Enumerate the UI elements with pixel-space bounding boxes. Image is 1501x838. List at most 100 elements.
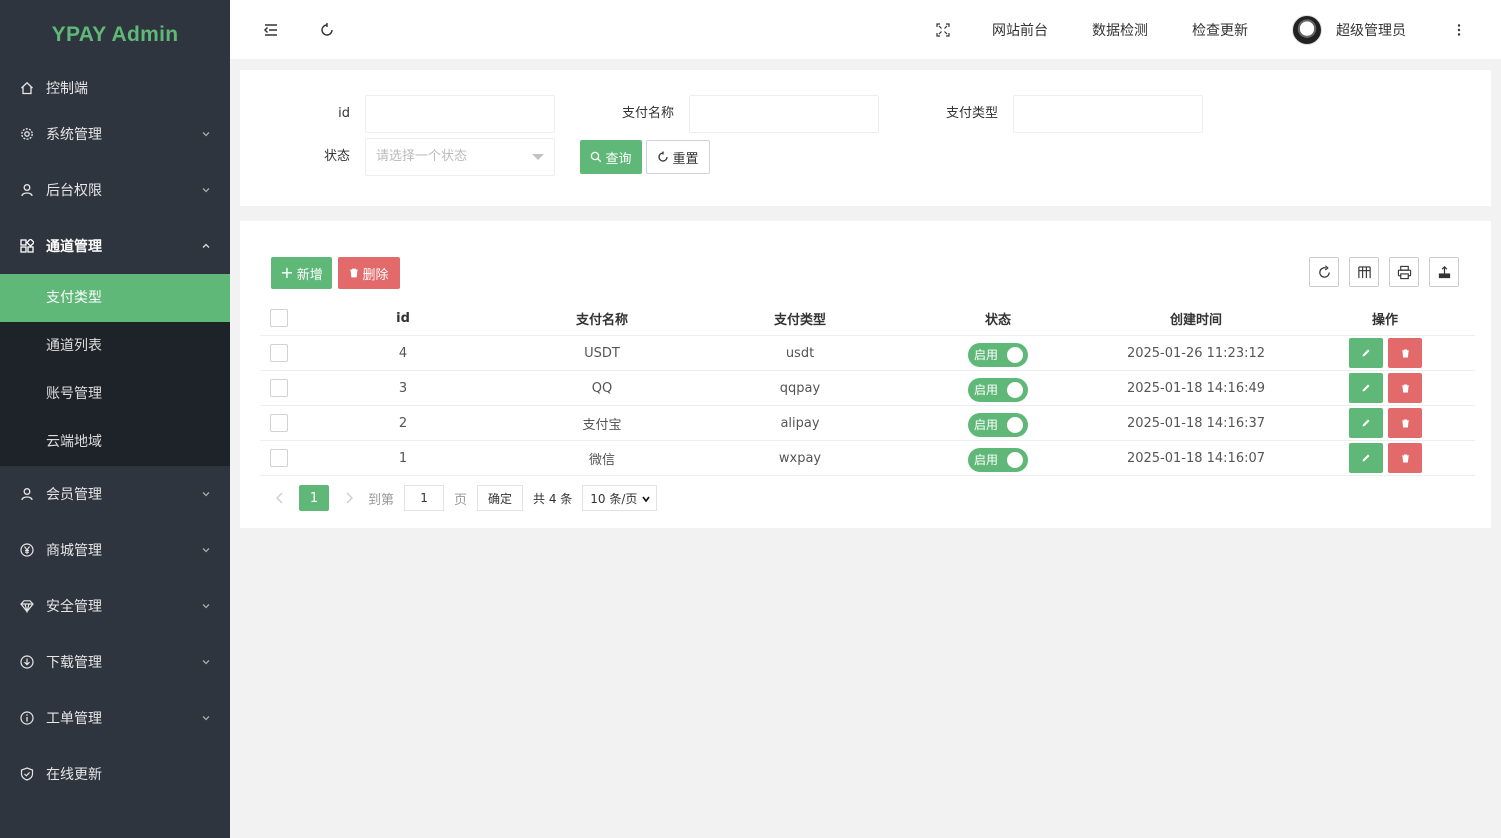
payment-type-label: 支付类型 xyxy=(945,106,998,121)
search-form: id 支付名称 支付类型 状态 请选择一个状态 查询 重置 xyxy=(240,70,1491,206)
delete-button[interactable]: 删除 xyxy=(338,257,400,289)
chevron-down-icon xyxy=(202,132,210,137)
fullscreen-button[interactable] xyxy=(936,0,950,60)
trash-icon xyxy=(1401,454,1409,462)
submenu-item-cloud-region[interactable]: 云端地域 xyxy=(0,418,230,466)
edit-button[interactable] xyxy=(1349,408,1383,438)
cell-name: USDT xyxy=(584,345,620,361)
prev-page-button[interactable] xyxy=(270,485,290,511)
sidebar-item-label: 控制端 xyxy=(46,81,88,97)
table-columns-button[interactable] xyxy=(1349,257,1379,287)
payment-type-table: id 支付名称 支付类型 状态 创建时间 操作 4 USDT usdt 启用 2… xyxy=(260,301,1475,476)
column-header-created[interactable]: 创建时间 xyxy=(1116,309,1276,328)
payment-type-input[interactable] xyxy=(1013,95,1203,133)
page-number-current[interactable]: 1 xyxy=(299,485,329,511)
page-label: 页 xyxy=(454,492,468,508)
table-row: 2 支付宝 alipay 启用 2025-01-18 14:16:37 xyxy=(260,406,1475,441)
status-toggle[interactable]: 启用 xyxy=(968,413,1028,437)
submenu-item-payment-type[interactable]: 支付类型 xyxy=(0,274,230,322)
edit-button[interactable] xyxy=(1349,373,1383,403)
toggle-knob xyxy=(1007,347,1023,363)
reset-button[interactable]: 重置 xyxy=(646,140,710,174)
sidebar-item-members[interactable]: 会员管理 xyxy=(0,466,230,522)
user-menu[interactable]: 超级管理员 xyxy=(1292,0,1406,60)
delete-row-button[interactable] xyxy=(1388,338,1422,368)
sidebar-item-system[interactable]: 系统管理 xyxy=(0,106,230,162)
header-link-data-check[interactable]: 数据检测 xyxy=(1092,0,1148,60)
table-refresh-button[interactable] xyxy=(1309,257,1339,287)
sidebar-item-label: 通道管理 xyxy=(46,239,102,255)
toggle-knob xyxy=(1007,417,1023,433)
cell-id: 1 xyxy=(398,450,408,466)
edit-button[interactable] xyxy=(1349,338,1383,368)
search-icon xyxy=(591,151,602,163)
id-label: id xyxy=(338,106,350,121)
column-header-status[interactable]: 状态 xyxy=(948,309,1048,328)
table-export-button[interactable] xyxy=(1429,257,1459,287)
status-toggle[interactable]: 启用 xyxy=(968,378,1028,402)
chevron-down-icon xyxy=(202,548,210,553)
cell-name: 微信 xyxy=(588,452,615,468)
pencil-icon xyxy=(1362,419,1370,427)
delete-row-button[interactable] xyxy=(1388,443,1422,473)
query-button[interactable]: 查询 xyxy=(580,140,642,174)
sidebar-item-admin-permissions[interactable]: 后台权限 xyxy=(0,162,230,218)
row-checkbox[interactable] xyxy=(270,379,288,397)
submenu-item-account-management[interactable]: 账号管理 xyxy=(0,370,230,418)
column-header-id[interactable]: id xyxy=(353,311,453,326)
header-link-site-frontend[interactable]: 网站前台 xyxy=(992,0,1048,60)
page-size-select[interactable]: 10 条/页 xyxy=(582,485,658,511)
next-page-button[interactable] xyxy=(339,485,359,511)
chevron-down-icon xyxy=(202,716,210,721)
add-button[interactable]: + 新增 xyxy=(271,257,332,289)
sidebar-item-security[interactable]: 安全管理 xyxy=(0,578,230,634)
user-icon xyxy=(20,183,34,197)
sidebar-item-tickets[interactable]: 工单管理 xyxy=(0,690,230,746)
edit-button[interactable] xyxy=(1349,443,1383,473)
avatar xyxy=(1292,15,1322,45)
id-input[interactable] xyxy=(365,95,555,133)
status-toggle[interactable]: 启用 xyxy=(968,448,1028,472)
refresh-page-button[interactable] xyxy=(319,0,335,60)
toggle-knob xyxy=(1007,382,1023,398)
sidebar-item-channel[interactable]: 通道管理 xyxy=(0,218,230,274)
sidebar-item-label: 后台权限 xyxy=(46,183,102,199)
row-checkbox[interactable] xyxy=(270,344,288,362)
column-header-type[interactable]: 支付类型 xyxy=(740,309,860,328)
column-header-actions: 操作 xyxy=(1371,312,1398,328)
refresh-icon xyxy=(658,151,669,162)
header-link-check-update[interactable]: 检查更新 xyxy=(1192,0,1248,60)
select-all-checkbox[interactable] xyxy=(270,309,288,327)
status-toggle[interactable]: 启用 xyxy=(968,343,1028,367)
row-checkbox[interactable] xyxy=(270,414,288,432)
channel-submenu: 支付类型 通道列表 账号管理 云端地域 xyxy=(0,274,230,466)
chevron-down-icon xyxy=(202,660,210,665)
sidebar-item-downloads[interactable]: 下载管理 xyxy=(0,634,230,690)
table-print-button[interactable] xyxy=(1389,257,1419,287)
total-count: 共 4 条 xyxy=(533,491,573,506)
status-select-placeholder: 请选择一个状态 xyxy=(376,149,468,164)
delete-row-button[interactable] xyxy=(1388,373,1422,403)
print-icon xyxy=(1397,265,1411,279)
toggle-knob xyxy=(1007,452,1023,468)
more-options-button[interactable] xyxy=(1452,0,1466,60)
submenu-item-channel-list[interactable]: 通道列表 xyxy=(0,322,230,370)
status-select[interactable]: 请选择一个状态 xyxy=(365,138,555,176)
sidebar-item-online-update[interactable]: 在线更新 xyxy=(0,746,230,802)
cell-id: 4 xyxy=(398,345,408,361)
delete-row-button[interactable] xyxy=(1388,408,1422,438)
payment-name-input[interactable] xyxy=(689,95,879,133)
table-card: + 新增 删除 id 支付名称 支付类型 状态 创建时间 操作 4 USDT u… xyxy=(240,221,1491,528)
pencil-icon xyxy=(1362,349,1370,357)
caret-down-icon xyxy=(532,154,544,160)
goto-confirm-button[interactable]: 确定 xyxy=(477,485,524,511)
column-header-name[interactable]: 支付名称 xyxy=(542,309,662,328)
collapse-menu-button[interactable] xyxy=(263,0,279,60)
table-row: 3 QQ qqpay 启用 2025-01-18 14:16:49 xyxy=(260,371,1475,406)
app-logo[interactable]: YPAY Admin xyxy=(0,0,230,70)
apps-icon xyxy=(20,239,34,253)
sidebar-item-console[interactable]: 控制端 xyxy=(0,70,230,106)
goto-page-input[interactable] xyxy=(404,485,445,511)
row-checkbox[interactable] xyxy=(270,449,288,467)
sidebar-item-shop[interactable]: 商城管理 xyxy=(0,522,230,578)
